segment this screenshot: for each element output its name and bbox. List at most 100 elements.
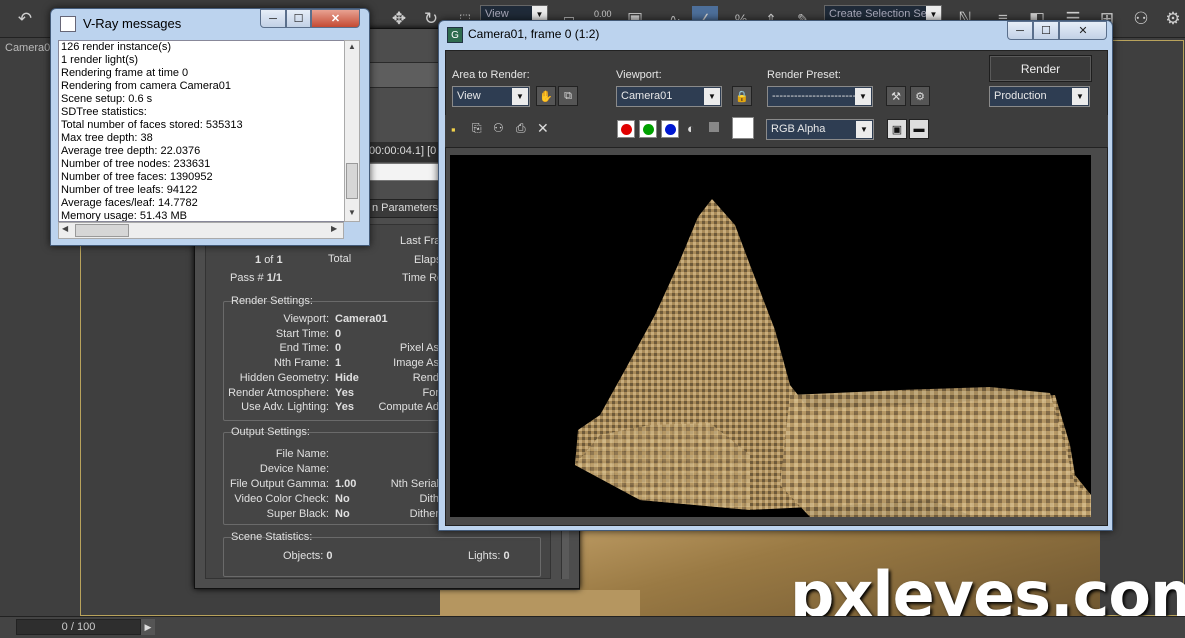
render-settings-label: End Time:	[279, 342, 329, 355]
render-settings-label: Hidden Geometry:	[239, 371, 329, 384]
log-line: Average faces/leaf: 14.7782	[61, 197, 198, 209]
frame-counter: 1 of 1	[255, 254, 283, 266]
copy-image-icon[interactable]: ⎘	[472, 121, 482, 136]
minimize-button[interactable]: ─	[1007, 21, 1033, 40]
output-settings-label: Video Color Check:	[234, 493, 329, 505]
save-image-icon[interactable]: ▪	[451, 122, 456, 137]
render-app-icon: G	[447, 27, 463, 43]
red-channel-toggle[interactable]	[617, 120, 635, 138]
scroll-thumb[interactable]	[346, 163, 358, 199]
log-line: SDTree statistics:	[61, 106, 147, 118]
render-setup-icon[interactable]: ⚒	[886, 86, 906, 106]
render-settings-value: Yes	[335, 386, 354, 399]
render-setup-icon[interactable]: ⚙	[1160, 6, 1185, 32]
horizontal-scrollbar[interactable]: ◀ ▶	[58, 222, 344, 239]
render-settings-label: Render Atmosphere:	[228, 386, 329, 399]
output-settings-value: No	[335, 508, 350, 520]
render-settings-right-label: For	[422, 386, 440, 399]
edit-region-icon[interactable]: ✋	[536, 86, 556, 106]
scroll-right-icon[interactable]: ▶	[331, 224, 337, 233]
render-preset-dropdown[interactable]: ------------------------- ▼	[767, 86, 873, 107]
environment-effects-icon[interactable]: ⚙	[910, 86, 930, 106]
green-channel-toggle[interactable]	[639, 120, 657, 138]
print-image-icon[interactable]: ⎙	[516, 121, 526, 136]
viewport-label: Viewport:	[616, 69, 662, 81]
viewport-label[interactable]: Camera0	[5, 42, 50, 54]
maximize-button[interactable]: ☐	[1033, 21, 1059, 40]
render-settings-label: Viewport:	[283, 313, 329, 325]
undo-icon[interactable]: ↶	[12, 6, 38, 32]
close-button[interactable]: ✕	[311, 9, 360, 28]
render-settings-value: 0	[335, 342, 342, 355]
lights-stat: Lights: 0	[468, 550, 510, 562]
color-swatch[interactable]	[732, 117, 754, 139]
window-title: Camera01, frame 0 (1:2)	[468, 27, 600, 41]
render-settings-value: Yes	[335, 401, 354, 414]
status-bar	[0, 616, 1185, 638]
output-settings-label: File Name:	[275, 448, 329, 460]
production-dropdown[interactable]: Production ▼	[989, 86, 1090, 107]
output-settings-value: No	[335, 493, 350, 505]
render-settings-right-label: Image As	[393, 357, 439, 370]
render-settings-value: 0	[335, 327, 342, 340]
rendered-temple-image	[575, 199, 1091, 517]
render-frame-window: G Camera01, frame 0 (1:2) ─ ☐ ✕ Area to …	[438, 20, 1113, 531]
output-settings-value: 1.00	[335, 478, 357, 490]
scene-statistics-title: Scene Statistics:	[231, 531, 313, 543]
output-settings-label: File Output Gamma:	[229, 478, 329, 490]
scroll-up-icon[interactable]: ▲	[348, 42, 356, 51]
monochrome-icon[interactable]	[709, 122, 719, 132]
next-frame-icon[interactable]: ▶	[141, 619, 155, 635]
render-settings-value: Camera01	[335, 313, 388, 325]
render-settings-label: Start Time:	[275, 327, 329, 340]
output-settings-right-label: Dither	[409, 508, 439, 520]
time-remaining-label: Time Re	[402, 272, 444, 284]
log-line: Number of tree leafs: 94122	[61, 184, 198, 196]
time-slider[interactable]: 0 / 100	[16, 619, 141, 635]
clone-frame-icon[interactable]: ⚇	[493, 121, 504, 135]
display-channel-dropdown[interactable]: RGB Alpha ▼	[766, 119, 874, 140]
last-frame-label: Last Fra	[400, 235, 441, 247]
scroll-down-icon[interactable]: ▼	[348, 208, 356, 217]
clear-image-icon[interactable]: ✕	[537, 120, 549, 137]
log-line: 126 render instance(s)	[61, 41, 172, 53]
blue-channel-toggle[interactable]	[661, 120, 679, 138]
render-button[interactable]: Render	[989, 55, 1092, 82]
material-editor-icon[interactable]: ⚇	[1128, 6, 1154, 32]
window-title: V-Ray messages	[83, 16, 182, 31]
alpha-channel-icon[interactable]: ◐	[687, 121, 695, 136]
output-settings-right-label: Nth Serial	[390, 478, 439, 490]
render-settings-label: Use Adv. Lighting:	[241, 401, 329, 414]
scene-geometry-lower	[440, 590, 640, 618]
log-line: Memory usage: 51.43 MB	[61, 210, 187, 222]
vertical-scrollbar[interactable]: ▲ ▼	[344, 40, 360, 222]
output-settings-label: Device Name:	[259, 463, 329, 475]
rendered-image	[450, 155, 1091, 517]
render-settings-value: Hide	[335, 371, 359, 384]
hscroll-thumb[interactable]	[75, 224, 129, 237]
minimize-button[interactable]: ─	[260, 9, 286, 28]
green-channel-icon	[642, 123, 654, 135]
message-log[interactable]: 126 render instance(s) 1 render light(s) R…	[58, 40, 360, 222]
render-preset-label: Render Preset:	[767, 69, 841, 81]
output-settings-title: Output Settings:	[231, 426, 310, 438]
log-line: Max tree depth: 38	[61, 132, 153, 144]
lock-viewport-icon[interactable]: 🔒	[732, 86, 752, 106]
area-to-render-label: Area to Render:	[452, 69, 530, 81]
objects-stat: Objects: 0	[283, 550, 333, 562]
output-settings-right-label: Dith	[419, 493, 439, 505]
log-line: Number of tree faces: 1390952	[61, 171, 213, 183]
toggle-ui-icon[interactable]: ▬	[909, 119, 929, 139]
log-line: 1 render light(s)	[61, 54, 139, 66]
maximize-button[interactable]: ☐	[286, 9, 311, 28]
red-channel-icon	[620, 123, 632, 135]
log-line: Rendering from camera Camera01	[61, 80, 231, 92]
output-settings-label: Super Black:	[266, 508, 329, 520]
scroll-left-icon[interactable]: ◀	[62, 224, 68, 233]
area-to-render-dropdown[interactable]: View ▼	[452, 86, 530, 107]
spinner-snap-value: 0.00	[594, 9, 612, 19]
viewport-dropdown[interactable]: Camera01 ▼	[616, 86, 722, 107]
auto-region-icon[interactable]: ⧉	[558, 86, 578, 106]
toggle-ui-overlay-icon[interactable]: ▣	[887, 119, 907, 139]
close-button[interactable]: ✕	[1059, 21, 1107, 40]
